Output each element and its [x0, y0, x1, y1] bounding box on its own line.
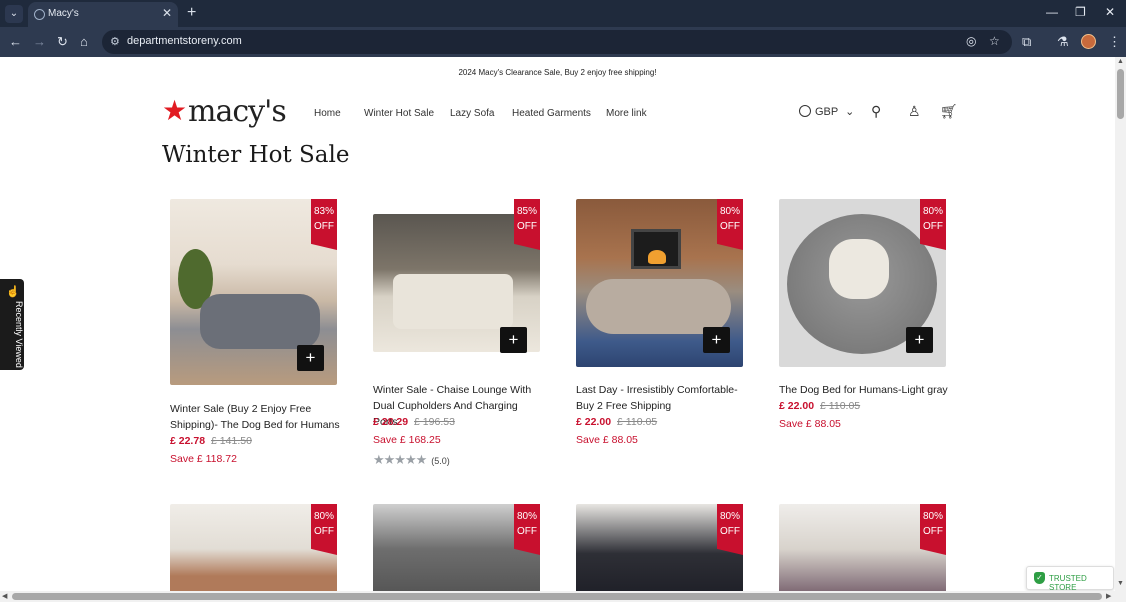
new-tab-button[interactable]: + [187, 4, 196, 22]
price-row: £ 22.00 £ 110.05 [779, 400, 860, 412]
sale-price: £ 22.00 [576, 416, 612, 428]
vertical-scrollbar[interactable]: ▲ ▼ [1115, 57, 1126, 591]
web-page: 2024 Macy's Clearance Sale, Buy 2 enjoy … [0, 57, 1115, 591]
tab-search-chevron-icon[interactable]: ⌄ [5, 5, 23, 23]
price-row: £ 22.78 £ 141.50 [170, 435, 252, 447]
eye-off-icon[interactable]: ◎ [966, 34, 976, 48]
rating-value: (5.0) [431, 456, 450, 466]
scroll-right-arrow-icon[interactable]: ▶ [1106, 592, 1111, 600]
currency-label: GBP [815, 106, 839, 118]
star-rating: ★★★★★ (5.0) [373, 452, 450, 468]
search-icon[interactable]: ⚲ [871, 103, 881, 120]
add-to-cart-button[interactable]: + [906, 327, 933, 353]
sale-price: £ 22.00 [779, 400, 815, 412]
address-bar[interactable]: ⚙ departmentstoreny.com ◎ ☆ [102, 30, 1012, 54]
profile-avatar[interactable] [1081, 34, 1096, 49]
forward-arrow-icon[interactable]: → [33, 34, 46, 49]
savings-text: Save £ 88.05 [576, 434, 638, 446]
back-arrow-icon[interactable]: ← [9, 34, 22, 49]
blanket-shape [829, 239, 889, 299]
bookmark-star-icon[interactable]: ☆ [989, 34, 1000, 48]
discount-badge: 80% OFF [920, 504, 946, 555]
chaise-shape [393, 274, 513, 329]
url-text[interactable]: departmentstoreny.com [127, 35, 242, 47]
savings-text: Save £ 118.72 [170, 453, 237, 465]
section-title: Winter Hot Sale [162, 142, 350, 168]
browser-menu-icon[interactable]: ⋮ [1108, 34, 1121, 50]
fireplace-shape [631, 229, 681, 269]
currency-selector[interactable]: GBP ⌄ [799, 105, 854, 118]
tab-title: Macy's [48, 8, 79, 19]
nav-winter-hot-sale[interactable]: Winter Hot Sale [364, 108, 434, 119]
product-title[interactable]: Winter Sale (Buy 2 Enjoy Free Shipping)-… [170, 401, 340, 433]
extensions-icon[interactable]: ⧉ [1022, 34, 1031, 50]
discount-badge: 80% OFF [514, 504, 540, 555]
discount-badge: 80% OFF [311, 504, 337, 555]
reload-icon[interactable]: ↻ [57, 34, 68, 50]
labs-flask-icon[interactable]: ⚗ [1057, 34, 1069, 50]
product-title[interactable]: The Dog Bed for Humans-Light gray [779, 382, 949, 398]
rating-stars: ★★★★★ [373, 452, 427, 467]
horizontal-scrollbar[interactable]: ◀ ▶ [0, 591, 1126, 602]
original-price: £ 110.05 [820, 400, 861, 412]
add-to-cart-button[interactable]: + [703, 327, 730, 353]
original-price: £ 196.53 [414, 416, 455, 428]
add-to-cart-button[interactable]: + [500, 327, 527, 353]
original-price: £ 141.50 [211, 435, 252, 447]
recently-viewed-label: Recently Viewed [14, 301, 24, 368]
original-price: £ 110.05 [617, 416, 658, 428]
sale-price: £ 28.29 [373, 416, 409, 428]
discount-badge: 80% OFF [920, 199, 946, 250]
discount-badge: 83% OFF [311, 199, 337, 250]
restore-icon[interactable]: ❐ [1075, 5, 1086, 19]
scroll-up-arrow-icon[interactable]: ▲ [1117, 58, 1124, 65]
savings-text: Save £ 168.25 [373, 434, 441, 446]
site-info-icon[interactable]: ⚙ [110, 35, 120, 48]
globe-icon [34, 9, 45, 20]
nav-lazy-sofa[interactable]: Lazy Sofa [450, 108, 494, 119]
nav-more-link[interactable]: More link [606, 108, 647, 119]
browser-toolbar: ← → ↻ ⌂ ⚙ departmentstoreny.com ◎ ☆ ⧉ ⚗ … [0, 27, 1126, 57]
price-row: £ 28.29 £ 196.53 [373, 416, 455, 428]
product-title[interactable]: Last Day - Irresistibly Comfortable-Buy … [576, 382, 746, 414]
trusted-store-label: TRUSTED STORE [1049, 574, 1087, 591]
star-logo-icon: ★ [162, 95, 188, 126]
scroll-left-arrow-icon[interactable]: ◀ [2, 592, 7, 600]
tab-close-icon[interactable]: ✕ [162, 6, 172, 20]
account-icon[interactable]: ♙ [908, 103, 921, 120]
minimize-icon[interactable]: — [1046, 5, 1058, 19]
nav-heated-garments[interactable]: Heated Garments [512, 108, 591, 119]
discount-badge: 80% OFF [717, 199, 743, 250]
browser-tab[interactable]: Macy's ✕ [28, 2, 178, 27]
logo-wordmark: macy's [188, 94, 287, 129]
home-icon[interactable]: ⌂ [80, 34, 88, 49]
nav-home[interactable]: Home [314, 108, 341, 119]
sale-price: £ 22.78 [170, 435, 206, 447]
globe-icon [799, 105, 811, 117]
recently-viewed-tab[interactable]: ☝ Recently Viewed [0, 279, 24, 370]
trusted-store-badge[interactable]: ✓ TRUSTED STORE [1026, 566, 1114, 591]
bed-shape [586, 279, 731, 334]
shield-check-icon: ✓ [1034, 572, 1045, 584]
chevron-down-icon: ⌄ [845, 106, 855, 118]
scroll-down-arrow-icon[interactable]: ▼ [1117, 580, 1124, 587]
savings-text: Save £ 88.05 [779, 418, 841, 430]
announcement-bar: 2024 Macy's Clearance Sale, Buy 2 enjoy … [458, 68, 657, 77]
add-to-cart-button[interactable]: + [297, 345, 324, 371]
price-row: £ 22.00 £ 110.05 [576, 416, 657, 428]
discount-badge: 85% OFF [514, 199, 540, 250]
horizontal-scroll-thumb[interactable] [12, 593, 1102, 600]
cart-icon[interactable]: 🛒︎ [940, 103, 958, 120]
discount-badge: 80% OFF [717, 504, 743, 555]
window-close-icon[interactable]: ✕ [1105, 5, 1115, 19]
browser-tab-bar: ⌄ Macy's ✕ + — ❐ ✕ [0, 0, 1126, 27]
bed-shape [200, 294, 320, 349]
vertical-scroll-thumb[interactable] [1117, 69, 1124, 119]
hand-pointer-icon: ☝ [6, 286, 20, 298]
